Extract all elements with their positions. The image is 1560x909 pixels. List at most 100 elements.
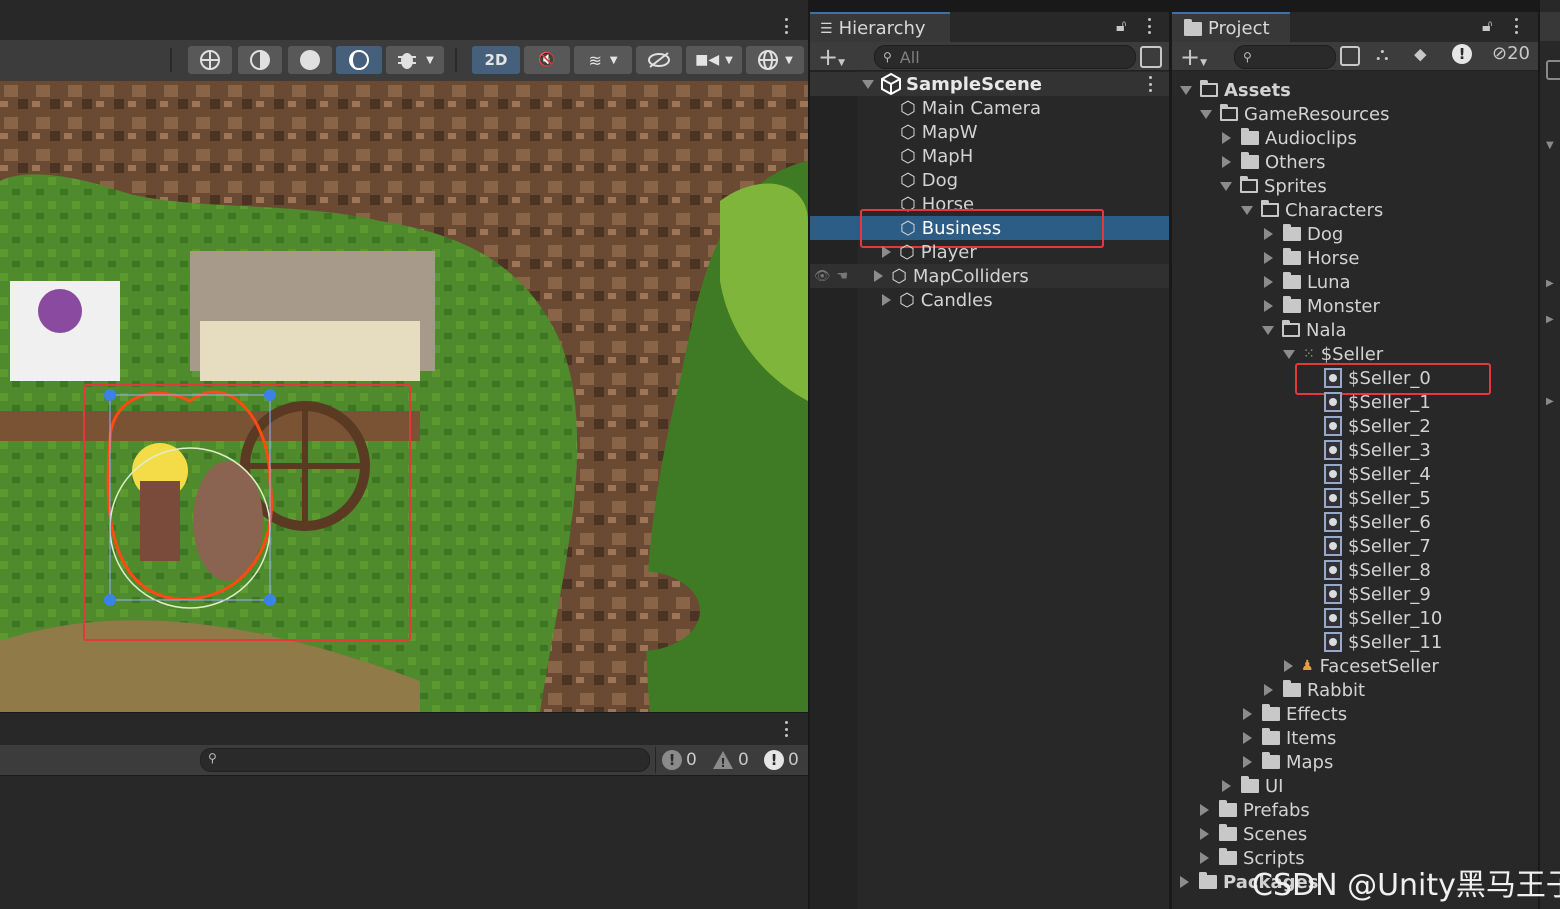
tree-horse[interactable]: Horse xyxy=(1264,246,1359,270)
error-count-toggle[interactable]: ! 0 xyxy=(764,749,799,771)
console-menu-icon[interactable] xyxy=(785,721,789,737)
warning-count-toggle[interactable]: ! 0 xyxy=(712,749,749,771)
hierarchy-item[interactable]: ⬡ MapH xyxy=(900,144,973,168)
tree-seller-sprite[interactable]: $Seller_5 xyxy=(1324,486,1431,510)
tree-maps[interactable]: Maps xyxy=(1243,750,1333,774)
tab-hierarchy[interactable]: ☰ Hierarchy xyxy=(810,12,950,43)
tree-prefabs[interactable]: Prefabs xyxy=(1200,798,1310,822)
scene-name: SampleScene xyxy=(906,73,1042,95)
scene-menu-icon[interactable] xyxy=(1149,76,1153,92)
gizmo-globe-icon xyxy=(758,50,779,70)
chevron-right-icon[interactable]: ▶ xyxy=(1546,396,1554,407)
tree-scenes[interactable]: Scenes xyxy=(1200,822,1307,846)
sprite-icon xyxy=(1324,560,1342,580)
search-placeholder: All xyxy=(899,47,920,67)
item-label: Main Camera xyxy=(921,97,1042,119)
effects-dropdown[interactable]: ≋ ▼ xyxy=(574,46,632,74)
tree-label: $Seller_6 xyxy=(1348,511,1431,533)
scene-row[interactable]: SampleScene xyxy=(810,72,1169,96)
info-count-toggle[interactable]: ! 0 xyxy=(662,749,697,771)
tree-audioclips[interactable]: Audioclips xyxy=(1222,126,1357,150)
tree-dog[interactable]: Dog xyxy=(1264,222,1343,246)
hierarchy-menu-icon[interactable] xyxy=(1148,18,1152,34)
tree-gameresources[interactable]: GameResources xyxy=(1200,102,1390,126)
tree-assets[interactable]: Assets xyxy=(1180,78,1291,102)
hierarchy-item[interactable]: 👁︎ ☚ ⬡ MapColliders xyxy=(810,264,1169,288)
lock-icon[interactable]: 🔓︎ xyxy=(1116,16,1126,36)
tree-ui[interactable]: UI xyxy=(1222,774,1283,798)
tree-seller-sprite[interactable]: $Seller_11 xyxy=(1324,630,1442,654)
console-search-input[interactable]: ⚲ xyxy=(200,748,650,772)
tree-seller-sprite[interactable]: $Seller_2 xyxy=(1324,414,1431,438)
project-menu-icon[interactable] xyxy=(1515,18,1519,34)
filter-by-type-icon[interactable]: ⛬ xyxy=(1376,44,1389,65)
tree-label: $Seller_9 xyxy=(1348,583,1431,605)
tree-rabbit[interactable]: Rabbit xyxy=(1264,678,1365,702)
tree-seller-sprite[interactable]: $Seller_3 xyxy=(1324,438,1431,462)
chevron-right-icon[interactable]: ▶ xyxy=(1546,314,1554,325)
gizmos-dropdown[interactable]: ▼ xyxy=(746,46,804,74)
global-view-button[interactable] xyxy=(188,46,232,74)
hierarchy-item[interactable]: ⬡ Player xyxy=(882,240,977,264)
create-button[interactable]: +▼ xyxy=(1180,43,1207,71)
tree-label: Sprites xyxy=(1264,175,1327,197)
toggle-2d-button[interactable]: 2D xyxy=(472,46,520,74)
tree-seller-sprite[interactable]: $Seller_10 xyxy=(1324,606,1442,630)
hierarchy-item[interactable]: ⬡ Candles xyxy=(882,288,993,312)
hidden-packages-icon[interactable]: ⊘20 xyxy=(1492,43,1530,64)
chevron-right-icon[interactable]: ▶ xyxy=(1546,278,1554,289)
tree-label: Scenes xyxy=(1243,823,1308,845)
tree-seller-sprite[interactable]: $Seller_9 xyxy=(1324,582,1431,606)
hierarchy-item[interactable]: ⬡ Main Camera xyxy=(900,96,1041,120)
search-options-icon[interactable] xyxy=(1340,46,1360,66)
warning-count: 0 xyxy=(738,750,749,770)
filter-by-label-icon[interactable]: ⬥ xyxy=(1414,44,1427,65)
lit-mode-button[interactable] xyxy=(336,46,382,74)
hierarchy-item[interactable]: ⬡ MapW xyxy=(900,120,978,144)
tree-label: Horse xyxy=(1307,247,1360,269)
tree-seller-sprite[interactable]: $Seller_0 xyxy=(1324,366,1431,390)
camera-icon: ■◀ xyxy=(695,52,720,68)
tree-label: Prefabs xyxy=(1243,799,1310,821)
expand-arrow-icon xyxy=(874,270,884,282)
tree-characters[interactable]: Characters xyxy=(1241,198,1383,222)
sprite-icon xyxy=(1324,632,1342,652)
tree-seller-sprite[interactable]: $Seller_1 xyxy=(1324,390,1431,414)
search-options-icon[interactable] xyxy=(1140,46,1162,68)
folder-icon xyxy=(1262,728,1280,745)
console-error-icon[interactable]: ! xyxy=(1452,44,1472,64)
chevron-down-icon[interactable]: ▼ xyxy=(1546,140,1554,151)
scene-visibility-button[interactable] xyxy=(636,46,682,74)
scene-menu-icon[interactable] xyxy=(785,18,789,34)
hierarchy-item[interactable]: ⬡ Dog xyxy=(900,168,958,192)
audio-mute-button[interactable]: 🔇 xyxy=(524,46,570,74)
project-search-input[interactable]: ⚲ xyxy=(1234,45,1336,69)
tree-seller-sprite[interactable]: $Seller_8 xyxy=(1324,558,1431,582)
tree-luna[interactable]: Luna xyxy=(1264,270,1351,294)
inspector-tab-edge[interactable] xyxy=(1540,12,1560,41)
expand-arrow-icon xyxy=(1222,132,1231,144)
shaded-mode-button[interactable] xyxy=(238,46,282,74)
tree-seller-sprite[interactable]: $Seller_7 xyxy=(1324,534,1431,558)
tree-effects[interactable]: Effects xyxy=(1243,702,1347,726)
tree-seller-sprite[interactable]: $Seller_6 xyxy=(1324,510,1431,534)
tree-others[interactable]: Others xyxy=(1222,150,1326,174)
scene-viewport[interactable] xyxy=(0,81,808,712)
tree-sprites[interactable]: Sprites xyxy=(1220,174,1327,198)
sprite-icon xyxy=(1324,464,1342,484)
tree-monster[interactable]: Monster xyxy=(1264,294,1380,318)
tree-nala[interactable]: Nala xyxy=(1262,318,1347,342)
tree-faceset-seller[interactable]: ♟ FacesetSeller xyxy=(1284,654,1439,678)
lock-icon[interactable]: 🔓︎ xyxy=(1482,16,1492,36)
solid-mode-button[interactable] xyxy=(288,46,332,74)
pickable-hand-icon[interactable]: ☚ xyxy=(837,269,849,284)
item-label: MapW xyxy=(921,121,978,143)
debug-draw-dropdown[interactable]: ▼ xyxy=(386,46,444,74)
create-button[interactable]: +▼ xyxy=(818,43,845,71)
visibility-eye-icon[interactable]: 👁︎ xyxy=(814,269,831,284)
tab-project[interactable]: Project xyxy=(1172,12,1290,43)
hierarchy-search-input[interactable]: ⚲ All xyxy=(874,45,1136,69)
tree-seller-sprite[interactable]: $Seller_4 xyxy=(1324,462,1431,486)
tree-items[interactable]: Items xyxy=(1243,726,1336,750)
camera-dropdown[interactable]: ■◀ ▼ xyxy=(686,46,742,74)
